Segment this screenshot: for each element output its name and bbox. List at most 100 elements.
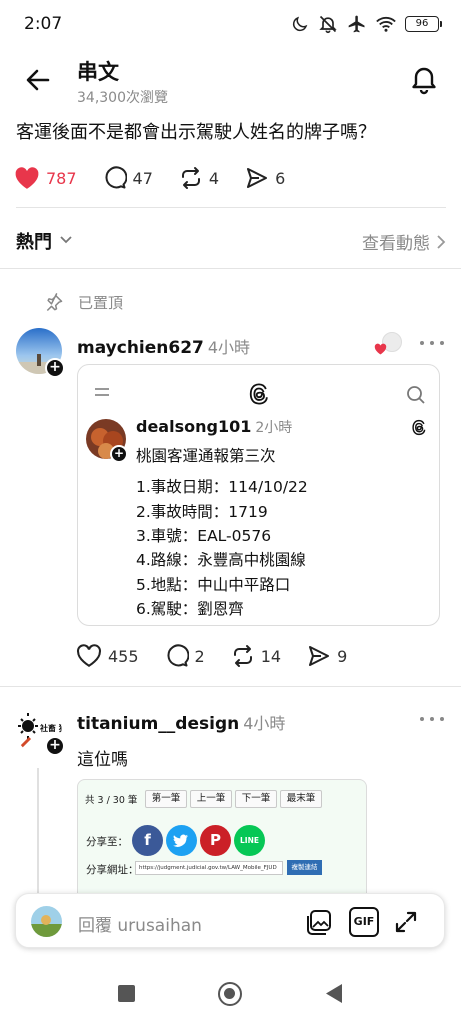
page-title: 串文 [77, 60, 119, 84]
repost-icon [181, 167, 200, 189]
my-avatar-image [31, 906, 62, 937]
status-icons: 96 [291, 14, 442, 34]
reply-actions: 455 2 14 9 [76, 644, 373, 668]
battery-indicator: 96 [405, 16, 442, 32]
share-count: 9 [337, 646, 348, 666]
comment-count: 2 [194, 646, 205, 666]
like-button[interactable]: 787 [14, 166, 77, 190]
first-record-button: 第一筆 [145, 790, 187, 808]
reply-author[interactable]: titanium__design 4小時 [77, 710, 285, 734]
embed-line: 5.地點：中山中平路口 [136, 576, 291, 594]
attached-image[interactable]: 共 3 / 30 筆 第一筆 上一筆 下一筆 最末筆 分享至： f P LINE… [77, 779, 367, 909]
repost-button[interactable]: 4 [179, 166, 219, 190]
embed-username: dealsong101 [136, 417, 252, 436]
embedded-image[interactable]: + dealsong101 2小時 桃園客運通報第三次 1.事故日期：114/10… [77, 364, 440, 626]
copy-link-button: 複製連結 [287, 860, 322, 875]
view-activity-label: 查看動態 [362, 234, 430, 254]
post-text: 客運後面不是都會出示駕駛人姓名的牌子嗎？ [16, 122, 376, 143]
do-not-disturb-moon-icon [292, 16, 308, 32]
twitter-icon [166, 825, 197, 856]
heart-filled-icon [15, 167, 39, 189]
reply-text: 這位嗎 [77, 750, 128, 770]
next-record-button: 下一筆 [235, 790, 277, 808]
back-button[interactable] [22, 64, 54, 96]
search-icon [407, 386, 425, 404]
sort-dropdown[interactable]: 熱門 [16, 228, 52, 254]
reply-input[interactable]: 回覆 urusaihan [78, 911, 202, 936]
prev-record-button: 上一筆 [190, 790, 232, 808]
recent-apps-button[interactable] [118, 985, 135, 1002]
pin-icon [46, 292, 63, 311]
follow-plus-badge[interactable]: + [45, 736, 65, 756]
notification-button[interactable] [407, 62, 441, 96]
comment-button[interactable]: 47 [103, 166, 153, 190]
pinterest-icon: P [200, 825, 231, 856]
embed-author: dealsong101 2小時 [136, 417, 292, 437]
author-liked-indicator [374, 332, 404, 356]
thread-line [37, 768, 39, 898]
reply-username: titanium__design [77, 714, 240, 734]
heart-outline-icon [77, 644, 101, 667]
embed-title: 桃園客運通報第三次 [136, 447, 276, 465]
repost-icon [233, 645, 252, 667]
reply-composer[interactable]: 回覆 urusaihan GIF [15, 893, 445, 948]
comment-icon [105, 166, 127, 189]
repost-count: 14 [260, 646, 282, 666]
share-button[interactable]: 9 [307, 644, 347, 668]
embed-line: 2.事故時間：1719 [136, 503, 268, 521]
divider [0, 268, 461, 269]
airplane-mode-icon [348, 15, 365, 33]
like-button[interactable]: 455 [76, 644, 139, 668]
divider [16, 207, 446, 208]
embed-time: 2小時 [255, 420, 293, 436]
view-count: 34,300次瀏覽 [77, 90, 168, 106]
url-label: 分享網址： [86, 864, 139, 876]
my-avatar [31, 906, 62, 937]
wifi-icon [376, 17, 396, 32]
like-count: 787 [46, 168, 77, 188]
share-count: 6 [275, 168, 286, 188]
android-nav-bar [0, 960, 461, 1024]
chevron-down-icon[interactable] [58, 232, 74, 248]
follow-plus-badge[interactable]: + [45, 358, 65, 378]
home-button[interactable] [218, 982, 242, 1006]
embed-line: 3.車號：EAL-0576 [136, 527, 272, 545]
reply-time: 4小時 [207, 338, 251, 357]
status-time: 2:07 [24, 14, 63, 34]
chevron-right-icon [437, 234, 446, 249]
pinned-indicator: 已置頂 [44, 292, 123, 313]
embed-plus-badge: + [110, 445, 128, 463]
send-icon [309, 646, 330, 666]
status-bar: 2:07 96 [0, 0, 461, 50]
repost-button[interactable]: 14 [231, 644, 281, 668]
gif-button[interactable]: GIF [349, 907, 379, 937]
muted-bell-icon [319, 15, 337, 34]
bell-icon [412, 67, 436, 95]
more-options-button[interactable] [420, 337, 444, 349]
back-nav-icon[interactable] [325, 983, 343, 1004]
sort-row: 熱門 查看動態 [16, 226, 446, 254]
repost-count: 4 [208, 168, 220, 188]
reply-author[interactable]: maychien627 4小時 [77, 334, 250, 358]
comment-button[interactable]: 2 [165, 644, 205, 668]
image-gallery-icon[interactable] [304, 907, 334, 937]
share-button[interactable]: 6 [245, 166, 285, 190]
facebook-icon: f [132, 825, 163, 856]
comment-count: 47 [132, 168, 153, 188]
share-label: 分享至： [86, 836, 128, 848]
expand-icon[interactable] [394, 910, 418, 934]
view-activity-link[interactable]: 查看動態 [362, 229, 446, 254]
embed-topbar [78, 365, 439, 417]
url-field: https://judgment.judicial.gov.tw/LAW_Mob… [135, 861, 283, 875]
divider [0, 686, 461, 687]
menu-icon [95, 388, 109, 396]
more-options-button[interactable] [420, 713, 444, 725]
embed-line: 6.駕駛：劉恩齊 [136, 600, 244, 618]
avatar-text: 社畜 猜丁 [39, 723, 62, 733]
post-actions: 787 47 4 6 [14, 163, 311, 193]
last-record-button: 最末筆 [280, 790, 322, 808]
embed-line: 1.事故日期：114/10/22 [136, 478, 308, 496]
threads-small-icon [412, 419, 426, 436]
like-count: 455 [108, 646, 139, 666]
embed-line: 4.路線：永豐高中桃園線 [136, 551, 306, 569]
